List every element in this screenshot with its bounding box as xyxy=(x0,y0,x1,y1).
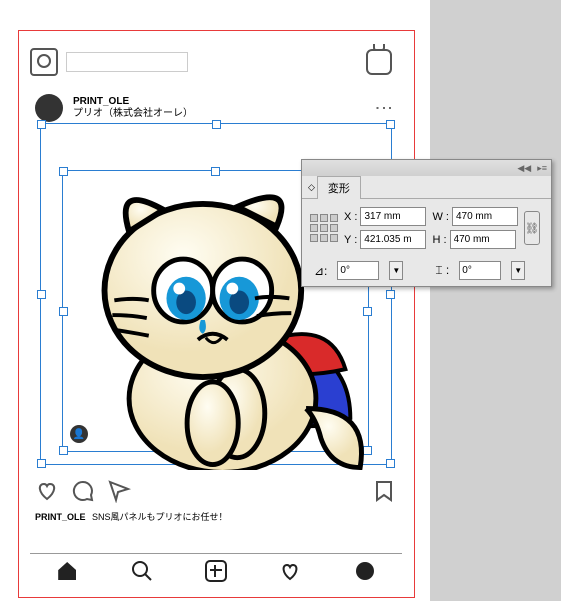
w-label: W : xyxy=(432,211,449,223)
x-label: X : xyxy=(344,211,357,223)
shear-label: ⌶ : xyxy=(435,263,449,278)
tab-transform[interactable]: 変形 xyxy=(317,176,361,199)
shear-dropdown[interactable]: ▼ xyxy=(511,261,525,280)
h-input[interactable] xyxy=(450,230,516,249)
y-input[interactable] xyxy=(360,230,426,249)
selection-handle[interactable] xyxy=(37,120,46,129)
profile-icon[interactable] xyxy=(354,560,376,582)
x-input[interactable] xyxy=(360,207,426,226)
search-input[interactable] xyxy=(66,52,188,72)
new-post-icon[interactable] xyxy=(205,560,227,582)
search-icon[interactable] xyxy=(131,560,153,582)
artboard: PRINT_OLE プリオ（株式会社オーレ） ⋮ xyxy=(0,0,430,601)
panel-body: X : Y : W : H : ⛓ xyxy=(302,199,551,257)
username-block[interactable]: PRINT_OLE プリオ（株式会社オーレ） xyxy=(73,96,193,120)
selection-handle[interactable] xyxy=(59,446,68,455)
rotate-dropdown[interactable]: ▼ xyxy=(389,261,403,280)
selection-handle[interactable] xyxy=(386,290,395,299)
selection-handle[interactable] xyxy=(37,290,46,299)
y-label: Y : xyxy=(344,234,357,246)
tag-people-icon[interactable]: 👤 xyxy=(70,425,88,443)
more-icon[interactable]: ⋮ xyxy=(373,99,395,116)
camera-icon[interactable] xyxy=(30,48,58,76)
activity-icon[interactable] xyxy=(279,560,301,582)
like-icon[interactable] xyxy=(35,479,57,501)
selection-handle[interactable] xyxy=(386,120,395,129)
caption-username[interactable]: PRINT_OLE xyxy=(35,512,86,522)
panel-collapse-icon[interactable]: ◀◀ xyxy=(517,163,531,174)
transform-panel[interactable]: ◀◀ ▸≡ ◇ 変形 X : Y : W : H : xyxy=(301,159,552,287)
bookmark-icon[interactable] xyxy=(373,479,395,501)
w-input[interactable] xyxy=(452,207,518,226)
field-h: H : xyxy=(432,230,518,249)
panel-flyout-icon[interactable]: ▸≡ xyxy=(537,163,547,174)
shear-input[interactable] xyxy=(459,261,501,280)
share-icon[interactable] xyxy=(107,479,129,501)
displayname: プリオ（株式会社オーレ） xyxy=(73,108,193,120)
angle-row: ⊿: ▼ ⌶ : ▼ xyxy=(302,257,551,284)
field-x: X : xyxy=(344,207,426,226)
selection-handle[interactable] xyxy=(59,167,68,176)
selection-handle[interactable] xyxy=(386,459,395,468)
avatar[interactable] xyxy=(35,94,63,122)
rotate-label: ⊿: xyxy=(314,264,327,278)
igtv-icon[interactable] xyxy=(366,49,392,75)
selection-handle[interactable] xyxy=(37,459,46,468)
comment-icon[interactable] xyxy=(71,479,93,501)
field-y: Y : xyxy=(344,230,426,249)
sns-topbar xyxy=(30,47,400,77)
post-caption: PRINT_OLE SNS風パネルもプリオにお任せ！ xyxy=(35,510,228,523)
selection-handle[interactable] xyxy=(59,307,68,316)
panel-tabs: ◇ 変形 xyxy=(302,176,551,199)
reference-point-picker[interactable] xyxy=(310,214,338,242)
caption-text: SNS風パネルもプリオにお任せ！ xyxy=(92,512,228,522)
panel-titlebar[interactable]: ◀◀ ▸≡ xyxy=(302,160,551,176)
action-bar xyxy=(35,477,395,503)
home-icon[interactable] xyxy=(56,560,78,582)
h-label: H : xyxy=(432,234,446,246)
field-w: W : xyxy=(432,207,518,226)
selection-handle[interactable] xyxy=(212,120,221,129)
link-wh-icon[interactable]: ⛓ xyxy=(524,211,540,245)
bottom-nav xyxy=(30,553,402,588)
rotate-input[interactable] xyxy=(337,261,379,280)
username: PRINT_OLE xyxy=(73,96,193,108)
